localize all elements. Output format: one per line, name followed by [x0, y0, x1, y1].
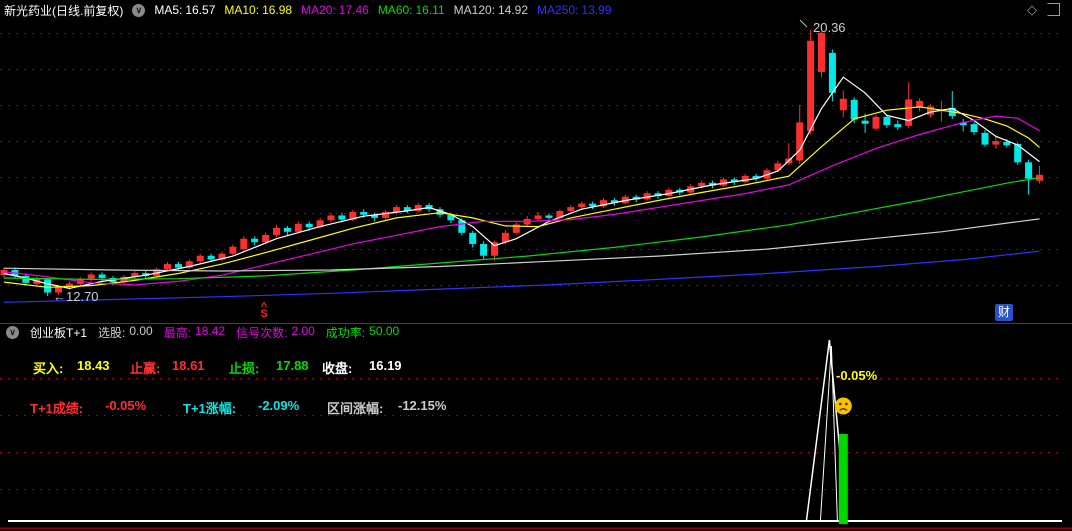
t1-score-label: T+1成绩: — [30, 401, 84, 416]
sell-signal-marker: ^ S — [260, 301, 268, 320]
ma5-legend: MA5: 16.57 — [154, 3, 216, 17]
range-change-value: -12.15% — [398, 398, 447, 413]
chevron-down-icon[interactable]: ∨ — [132, 3, 146, 17]
indicator-row-prices: 买入: 18.43 止赢: 18.61 止损: 17.88 收盘: 16.19 — [0, 358, 560, 376]
stock-title: 新光药业(日线.前复权) — [4, 3, 124, 18]
ma10-legend: MA10: 16.98 — [224, 3, 293, 17]
takeprofit-value: 18.61 — [172, 358, 205, 373]
buy-label: 买入: — [33, 361, 64, 376]
high-annotation-leader — [799, 19, 808, 28]
spike-percent-label: -0.05% — [836, 368, 878, 383]
high-price-annotation: 20.36 — [813, 20, 846, 35]
indicator-title: 创业板T+1 — [30, 326, 88, 340]
buy-value: 18.43 — [77, 358, 110, 373]
ma60-legend: MA60: 16.11 — [377, 3, 445, 17]
ma120-legend: MA120: 14.92 — [453, 3, 529, 17]
sad-face-icon — [834, 397, 852, 415]
left-arrow-icon: ← — [53, 289, 66, 304]
titlebar-icons: ◇ — [1027, 2, 1060, 17]
range-change-label: 区间涨幅: — [327, 401, 384, 416]
indicator-row-performance: T+1成绩: -0.05% T+1涨幅: -2.09% 区间涨幅: -12.15… — [0, 398, 560, 416]
stat-zuigao: 最高: 18.42 — [163, 324, 226, 340]
stat-xuangu: 选股: 0.00 — [98, 324, 153, 340]
t1-score-value: -0.05% — [105, 398, 147, 413]
t1-change-value: -2.09% — [258, 398, 300, 413]
stoploss-value: 17.88 — [276, 358, 309, 373]
stat-chenggong: 成功率: 50.00 — [325, 324, 400, 340]
gridlines — [0, 33, 1062, 490]
indicator-header: ∨ 创业板T+1 选股: 0.00 最高: 18.42 信号次数: 2.00 成功率:… — [6, 324, 400, 340]
stock-chart-window: 新光药业(日线.前复权) ∨ MA5: 16.57 MA10: 16.98 MA20… — [0, 0, 1072, 531]
low-price-annotation: ←12.70 — [53, 289, 99, 304]
stoploss-label: 止损: — [229, 361, 260, 376]
close-label: 收盘: — [322, 361, 353, 376]
stat-xinhao: 信号次数: 2.00 — [236, 324, 315, 340]
ma20-legend: MA20: 17.46 — [301, 3, 369, 17]
chevron-down-icon[interactable]: ∨ — [6, 326, 19, 339]
finance-info-badge[interactable]: 财 — [995, 304, 1013, 321]
close-value: 16.19 — [369, 358, 402, 373]
takeprofit-label: 止赢: — [130, 361, 161, 376]
candlestick-chart-canvas[interactable] — [0, 0, 1072, 531]
t1-change-label: T+1涨幅: — [183, 401, 237, 416]
ma250-legend: MA250: 13.99 — [537, 3, 612, 17]
expand-window-icon[interactable] — [1047, 3, 1060, 16]
chart-header: 新光药业(日线.前复权) ∨ MA5: 16.57 MA10: 16.98 MA20… — [4, 2, 611, 18]
ma-lines — [3, 76, 1040, 303]
diamond-icon[interactable]: ◇ — [1027, 2, 1037, 17]
